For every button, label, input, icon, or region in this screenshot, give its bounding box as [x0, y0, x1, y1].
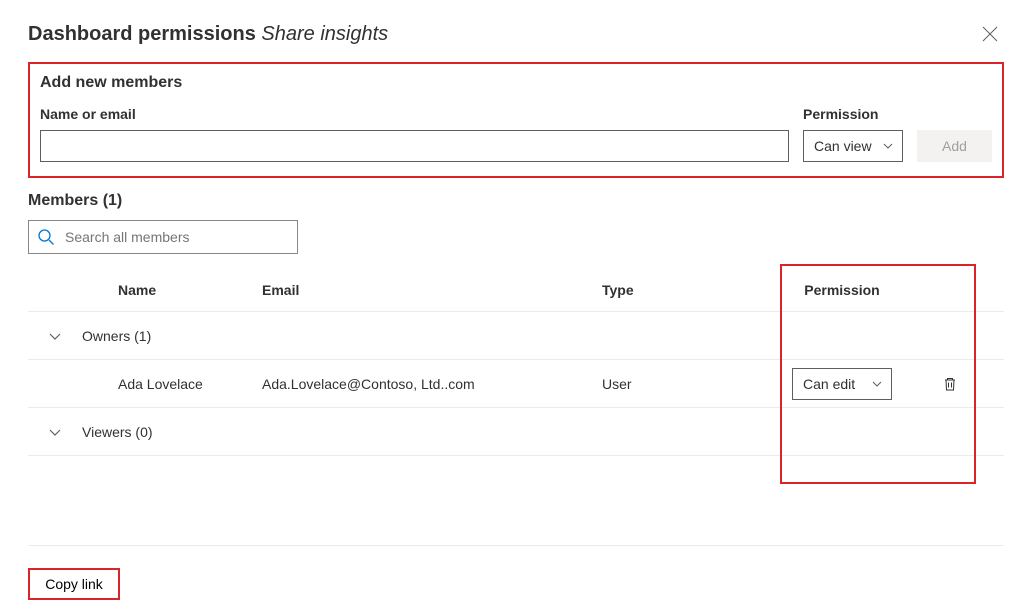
- chevron-down-icon: [48, 329, 62, 343]
- cell-action: [942, 376, 982, 392]
- col-header-name: Name: [32, 282, 262, 298]
- dialog-header: Dashboard permissions Share insights: [28, 20, 1004, 48]
- group-viewers-label: Viewers (0): [78, 424, 153, 440]
- members-search-input[interactable]: [65, 229, 289, 245]
- title-name: Share insights: [261, 23, 388, 45]
- name-email-field: Name or email: [40, 106, 789, 162]
- members-search[interactable]: [28, 220, 298, 254]
- expand-viewers[interactable]: [32, 425, 78, 439]
- chevron-down-icon: [882, 140, 894, 152]
- chevron-down-icon: [871, 378, 883, 390]
- trash-icon: [942, 376, 958, 392]
- title-prefix: Dashboard permissions: [28, 23, 261, 45]
- name-email-label: Name or email: [40, 106, 789, 122]
- copy-link-button[interactable]: Copy link: [28, 568, 120, 600]
- table-header-row: Name Email Type Permission: [28, 268, 1004, 312]
- expand-owners[interactable]: [32, 329, 78, 343]
- dialog-footer: Copy link: [28, 545, 1004, 600]
- add-members-section: Add new members Name or email Permission…: [28, 62, 1004, 178]
- col-header-type: Type: [602, 282, 742, 298]
- close-button[interactable]: [976, 20, 1004, 48]
- col-header-email: Email: [262, 282, 602, 298]
- permission-select-value: Can view: [814, 138, 872, 154]
- permission-label: Permission: [803, 106, 903, 122]
- chevron-down-icon: [48, 425, 62, 439]
- members-table: Name Email Type Permission Owners (1) Ad…: [28, 268, 1004, 456]
- close-icon: [982, 26, 998, 42]
- delete-button[interactable]: [942, 376, 982, 392]
- cell-email: Ada.Lovelace@Contoso, Ltd..com: [262, 376, 602, 392]
- row-permission-value: Can edit: [803, 376, 855, 392]
- group-owners-label: Owners (1): [78, 328, 151, 344]
- name-email-input[interactable]: [40, 130, 789, 162]
- cell-name: Ada Lovelace: [32, 376, 262, 392]
- permission-select[interactable]: Can view: [803, 130, 903, 162]
- group-row-viewers[interactable]: Viewers (0): [28, 408, 1004, 456]
- cell-type: User: [602, 376, 742, 392]
- add-button[interactable]: Add: [917, 130, 992, 162]
- dialog-title: Dashboard permissions Share insights: [28, 23, 388, 46]
- group-row-owners[interactable]: Owners (1): [28, 312, 1004, 360]
- col-header-permission: Permission: [742, 282, 942, 298]
- add-members-heading: Add new members: [40, 74, 992, 92]
- row-permission-select[interactable]: Can edit: [792, 368, 892, 400]
- permission-field: Permission Can view: [803, 106, 903, 162]
- table-row: Ada Lovelace Ada.Lovelace@Contoso, Ltd..…: [28, 360, 1004, 408]
- members-heading: Members (1): [28, 192, 1004, 210]
- cell-permission: Can edit: [742, 368, 942, 400]
- search-icon: [37, 228, 55, 246]
